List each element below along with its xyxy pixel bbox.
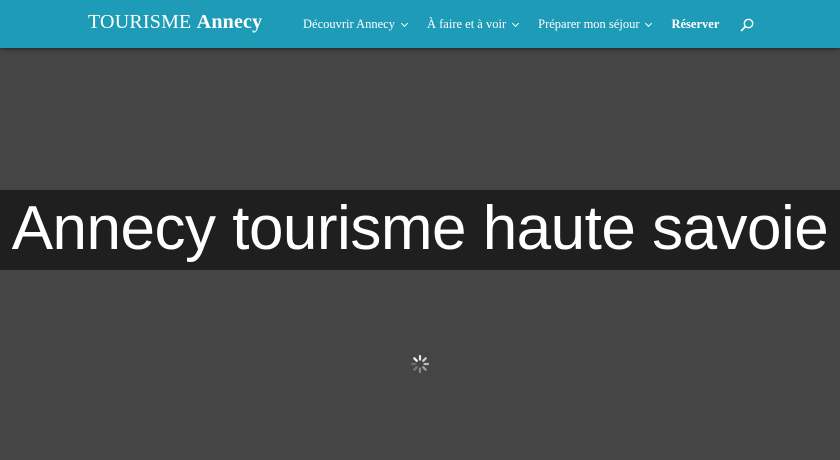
page-title: Annecy tourisme haute savoie	[11, 194, 829, 263]
site-logo[interactable]: TOURISME Annecy	[88, 11, 262, 34]
menu-item-reserver[interactable]: Réserver	[671, 17, 719, 32]
chevron-down-icon	[400, 19, 409, 27]
main-menu: Découvrir Annecy À faire et à voir Prépa…	[303, 17, 719, 32]
logo-text-light: TOURISME	[88, 11, 197, 33]
search-icon[interactable]	[739, 17, 755, 33]
hero-title-banner: Annecy tourisme haute savoie	[0, 190, 840, 270]
menu-item-label: Découvrir Annecy	[303, 17, 395, 31]
chevron-down-icon	[645, 19, 653, 27]
logo-text-bold: Annecy	[196, 11, 263, 33]
menu-item-label: Préparer mon séjour	[538, 17, 640, 31]
top-navigation-bar: TOURISME Annecy Découvrir Annecy À faire…	[0, 0, 840, 48]
menu-item-a-faire-et-a-voir[interactable]: À faire et à voir	[426, 17, 520, 32]
chevron-down-icon	[512, 19, 520, 27]
menu-item-preparer-mon-sejour[interactable]: Préparer mon séjour	[538, 17, 653, 32]
menu-item-label: À faire et à voir	[426, 17, 507, 31]
menu-item-label: Réserver	[671, 17, 720, 31]
loading-spinner-icon	[410, 354, 430, 374]
menu-item-decouvrir-annecy[interactable]: Découvrir Annecy	[303, 17, 409, 32]
